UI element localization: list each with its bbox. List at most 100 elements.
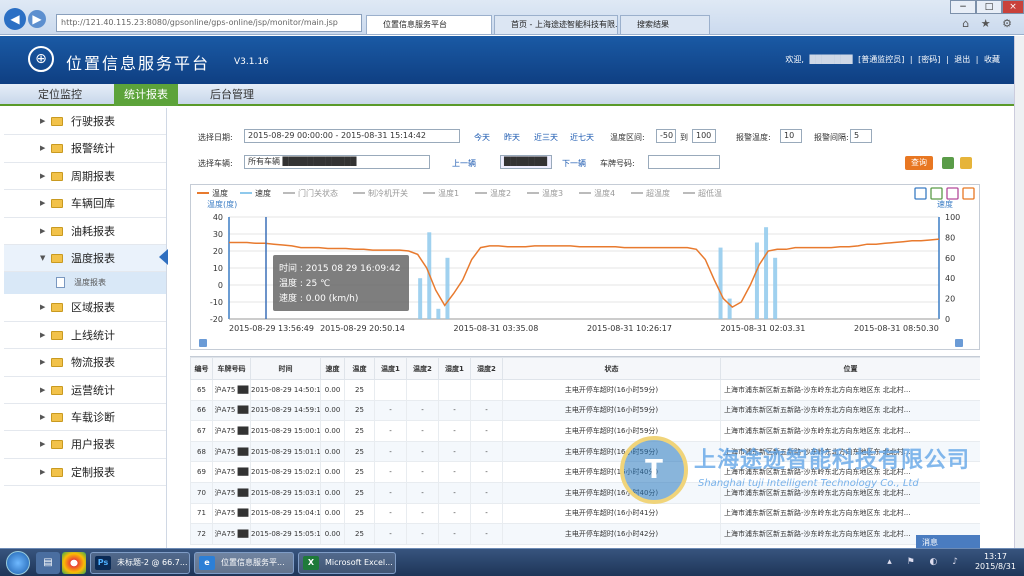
query-button[interactable]: 查询 — [905, 156, 933, 170]
table-row[interactable]: 71 沪A75 ██ 2015-08-29 15:04:14 0.00 25- - - - 主电… — [190, 502, 980, 525]
sidebar-item-return[interactable]: ▶ 车辆回库 — [4, 190, 166, 218]
col-header-hum1[interactable]: 湿度1 — [438, 357, 471, 380]
vehicle-label: 选择车辆: — [198, 159, 233, 168]
maximize-button[interactable]: □ — [976, 0, 1002, 14]
legend-label: 门门关状态 — [298, 188, 338, 198]
menu-backend-admin[interactable]: 后台管理 — [200, 84, 264, 106]
alarm-temp-input[interactable]: 10 — [780, 129, 802, 143]
tab-homepage[interactable]: 首页 - 上海途迹智能科技有限... — [494, 15, 618, 34]
table-cell: 沪A75 ██ — [212, 399, 251, 422]
table-cell: 67 — [190, 420, 213, 442]
task-excel[interactable]: X Microsoft Excel... — [298, 552, 396, 574]
col-header-id[interactable]: 编号 — [190, 357, 213, 380]
expand-arrow-icon: ▶ — [40, 226, 46, 235]
col-header-time[interactable]: 时间 — [250, 357, 321, 380]
page-scrollbar[interactable] — [1014, 36, 1024, 548]
menu-statistics-report[interactable]: 统计报表 — [114, 84, 178, 106]
prev-vehicle-link[interactable]: 上一辆 — [452, 158, 476, 169]
table-row[interactable]: 67 沪A75 ██ 2015-08-29 15:00:12 0.00 25- - - - 主电… — [190, 420, 980, 442]
folder-icon — [51, 385, 63, 395]
table-row[interactable]: 66 沪A75 ██ 2015-08-29 14:59:12 0.00 25- - - - 主电… — [190, 399, 980, 422]
back-icon[interactable]: ◀ — [4, 8, 26, 30]
vehicle-input[interactable]: 所有车辆 ████████████ — [244, 155, 430, 169]
table-row[interactable]: 65 沪A75 ██ 2015-08-29 14:50:11 0.00 25 主电开停车超… — [190, 379, 980, 401]
table-cell: - — [374, 481, 407, 504]
expand-arrow-icon: ▶ — [40, 330, 46, 339]
table-cell: - — [438, 481, 471, 504]
next-vehicle-link[interactable]: 下一辆 — [562, 158, 586, 169]
col-header-temp2[interactable]: 温度2 — [406, 357, 439, 380]
forward-icon[interactable]: ▶ — [28, 10, 46, 28]
tab-search[interactable]: 搜索结果 — [620, 15, 710, 34]
col-header-temp[interactable]: 温度 — [344, 357, 375, 380]
table-row[interactable]: 69 沪A75 ██ 2015-08-29 15:02:13 0.00 25- - - - 主电… — [190, 461, 980, 483]
export-excel-icon[interactable] — [942, 157, 954, 169]
start-button[interactable] — [6, 551, 30, 575]
taskbar: ▤ Ps 未标题-2 @ 66.7... e 位置信息服务平... X Microso… — [0, 548, 1024, 576]
minimize-button[interactable]: − — [950, 0, 976, 14]
tab-platform[interactable]: 位置信息服务平台 — [366, 15, 492, 34]
sidebar-item-alarm[interactable]: ▶ 报警统计 — [4, 135, 166, 163]
app-title: 位置信息服务平台 — [66, 54, 211, 73]
tray-icons[interactable]: ▴ ⚑ ◐ ♪ — [887, 557, 964, 567]
sidebar-item-online[interactable]: ▶ 上线统计 — [4, 322, 166, 350]
expand-arrow-icon: ▶ — [40, 117, 46, 125]
address-bar[interactable]: http://121.40.115.23:8080/gpsonline/gps-… — [56, 14, 362, 32]
vehicle-select[interactable]: ███████ — [500, 155, 552, 169]
date-range-input[interactable]: 2015-08-29 00:00:00 - 2015-08-31 15:14:4… — [244, 129, 460, 143]
sidebar-subitem-temperature-report[interactable]: 温度报表 — [4, 272, 166, 295]
sidebar-item-operation[interactable]: ▶ 运营统计 — [4, 377, 166, 404]
expand-arrow-icon: ▶ — [40, 467, 46, 476]
sidebar-item-period[interactable]: ▶ 周期报表 — [4, 163, 166, 191]
menu-location-monitor[interactable]: 定位监控 — [28, 84, 92, 106]
sidebar-collapse-handle[interactable] — [159, 249, 168, 265]
quick-3days-link[interactable]: 近三天 — [534, 132, 558, 143]
sidebar-item-diagnosis[interactable]: ▶ 车载诊断 — [4, 404, 166, 432]
col-header-temp1[interactable]: 温度1 — [374, 357, 407, 380]
col-header-location[interactable]: 位置 — [720, 357, 980, 380]
role-link[interactable]: [普通监控员] — [858, 55, 904, 64]
temp-to-input[interactable]: 100 — [692, 129, 716, 143]
table-cell: - — [470, 461, 503, 483]
table-row[interactable]: 70 沪A75 ██ 2015-08-29 15:03:11 0.00 25- - - - 主电… — [190, 481, 980, 504]
alarm-interval-input[interactable]: 5 — [850, 129, 872, 143]
col-header-speed[interactable]: 速度 — [320, 357, 345, 380]
temp-from-input[interactable]: -50 — [656, 129, 676, 143]
sidebar-item-logistics[interactable]: ▶ 物流报表 — [4, 349, 166, 377]
table-row[interactable]: 68 沪A75 ██ 2015-08-29 15:01:12 0.00 25- - - - 主电… — [190, 440, 980, 463]
sidebar-item-temperature[interactable]: ▼ 温度报表 — [4, 244, 166, 273]
browser-tool-icons[interactable]: ⌂ ★ ⚙ — [962, 17, 1016, 30]
task-ie[interactable]: e 位置信息服务平... — [194, 552, 294, 574]
table-cell: 0.00 — [320, 481, 345, 504]
quick-today-link[interactable]: 今天 — [474, 132, 490, 143]
y-tick-label: 30 — [213, 230, 223, 239]
sidebar-item-driving[interactable]: ▶ 行驶报表 — [4, 108, 166, 136]
col-header-plate[interactable]: 车牌号码 — [212, 357, 251, 380]
table-cell: 65 — [190, 379, 213, 401]
table-cell: - — [374, 399, 407, 422]
quick-7days-link[interactable]: 近七天 — [570, 132, 594, 143]
table-cell: 0.00 — [320, 440, 345, 463]
password-link[interactable]: [密码] — [918, 55, 940, 64]
chrome-icon[interactable] — [62, 552, 86, 574]
sidebar-item-area[interactable]: ▶ 区域报表 — [4, 294, 166, 322]
sidebar-item-custom[interactable]: ▶ 定制报表 — [4, 459, 166, 487]
col-header-hum2[interactable]: 湿度2 — [470, 357, 503, 380]
close-window-button[interactable]: × — [1002, 0, 1024, 14]
clock[interactable]: 13:17 2015/8/31 — [975, 552, 1016, 572]
table-cell: - — [438, 461, 471, 483]
quick-yesterday-link[interactable]: 昨天 — [504, 132, 520, 143]
export-image-icon[interactable] — [960, 157, 972, 169]
sidebar-item-user[interactable]: ▶ 用户报表 — [4, 431, 166, 459]
task-photoshop[interactable]: Ps 未标题-2 @ 66.7... — [90, 552, 190, 574]
table-row[interactable]: 72 沪A75 ██ 2015-08-29 15:05:14 0.00 25- - - - 主电… — [190, 523, 980, 545]
explorer-icon[interactable]: ▤ — [36, 552, 60, 574]
table-cell: 主电开停车超时(16小时59分) — [502, 399, 721, 422]
logout-link[interactable]: 退出 — [954, 55, 970, 64]
y2-tick-label: 80 — [945, 233, 955, 242]
plate-input[interactable] — [648, 155, 720, 169]
col-header-status[interactable]: 状态 — [502, 357, 721, 380]
sidebar-item-fuel[interactable]: ▶ 油耗报表 — [4, 218, 166, 245]
chart-svg: 温度 速度 门门关状态 制冷机开关 温度1 温度2 温度3 温度4 超温度 超低温温度(度) 速度4… — [197, 187, 975, 347]
favorite-link[interactable]: 收藏 — [984, 55, 1000, 64]
